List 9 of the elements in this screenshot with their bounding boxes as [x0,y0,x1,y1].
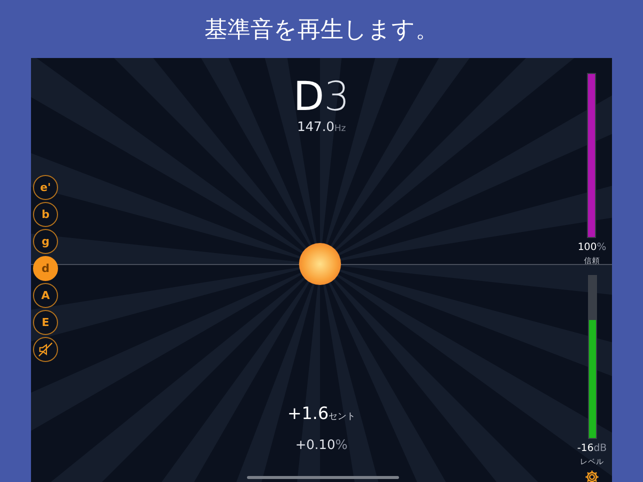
speaker-muted-icon [38,342,53,356]
meter-reading: 100% [578,242,606,254]
meter-reading: -16dB [577,443,607,455]
note-name: D3 [293,74,350,120]
caption: 基準音を再生します。 [204,16,440,44]
frequency-reading: 147.0Hz [297,120,346,137]
deviation-reading: +0.10% [295,438,348,454]
cents-reading: +1.6セント [287,403,356,426]
settings-icon[interactable] [585,470,599,482]
